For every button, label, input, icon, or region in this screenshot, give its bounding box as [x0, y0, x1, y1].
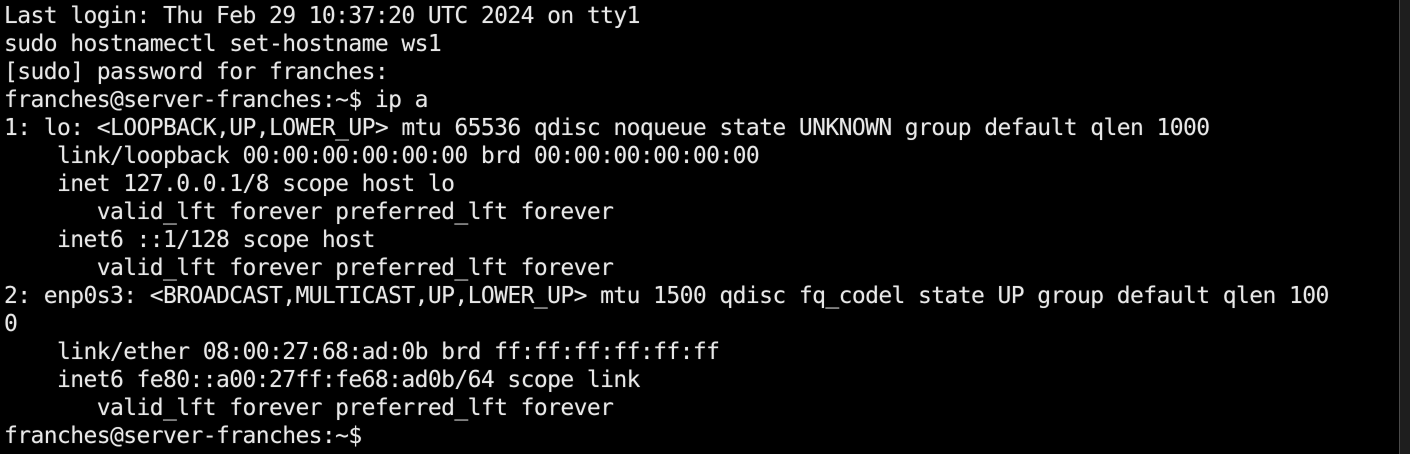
terminal-line-lo-inet6: inet6 ::1/128 scope host — [4, 227, 376, 253]
terminal-line-lo-inet: inet 127.0.0.1/8 scope host lo — [4, 171, 455, 197]
terminal-line-enp0s3-wrap: 0 — [4, 311, 18, 337]
terminal-line-lo-inet6-lft: valid_lft forever preferred_lft forever — [4, 255, 614, 281]
window-right-edge — [1399, 0, 1410, 454]
terminal-line-lo-inet-lft: valid_lft forever preferred_lft forever — [4, 199, 614, 225]
terminal-line-enp0s3-interface: 2: enp0s3: <BROADCAST,MULTICAST,UP,LOWER… — [4, 283, 1329, 309]
terminal-line-enp0s3-inet6-lft: valid_lft forever preferred_lft forever — [4, 395, 614, 421]
terminal-line-enp0s3-link: link/ether 08:00:27:68:ad:0b brd ff:ff:f… — [4, 339, 720, 365]
terminal-line-enp0s3-inet6: inet6 fe80::a00:27ff:fe68:ad0b/64 scope … — [4, 367, 640, 393]
terminal-line-sudo-prompt: [sudo] password for franches: — [4, 59, 389, 85]
terminal-line-shell-prompt[interactable]: franches@server-franches:~$ — [4, 422, 362, 450]
terminal-line-last-login: Last login: Thu Feb 29 10:37:20 UTC 2024… — [4, 3, 640, 29]
terminal-line-command-hostnamectl: sudo hostnamectl set-hostname ws1 — [4, 31, 442, 57]
terminal-line-lo-interface: 1: lo: <LOOPBACK,UP,LOWER_UP> mtu 65536 … — [4, 115, 1210, 141]
terminal-line-command-ip-a: franches@server-franches:~$ ip a — [4, 87, 429, 113]
terminal-window[interactable]: Last login: Thu Feb 29 10:37:20 UTC 2024… — [0, 0, 1400, 454]
terminal-line-lo-link: link/loopback 00:00:00:00:00:00 brd 00:0… — [4, 143, 760, 169]
